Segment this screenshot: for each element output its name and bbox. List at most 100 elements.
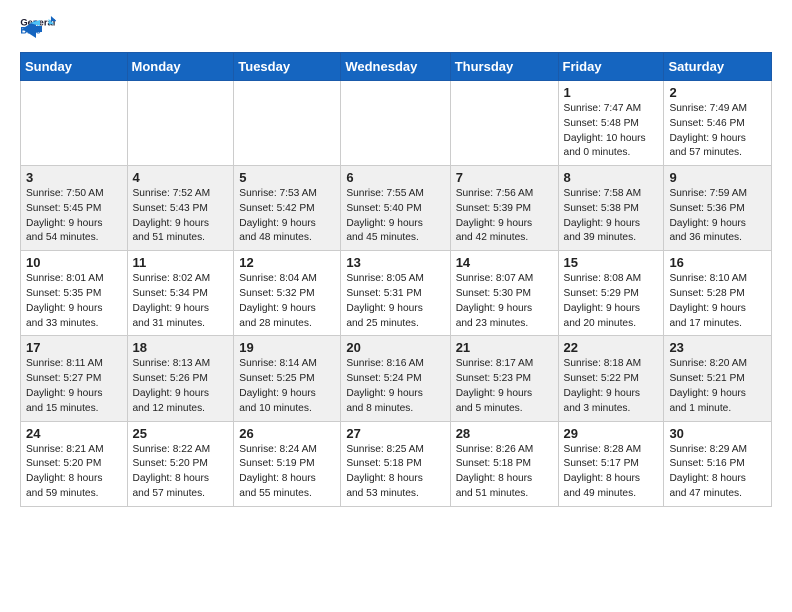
day-number: 19: [239, 340, 335, 355]
weekday-header-wednesday: Wednesday: [341, 53, 450, 81]
day-info: Sunrise: 7:52 AM Sunset: 5:43 PM Dayligh…: [133, 187, 229, 246]
day-cell: 19 Sunrise: 8:14 AM Sunset: 5:25 PM Dayli…: [234, 336, 341, 421]
logo: General Blue: [20, 16, 56, 40]
day-number: 20: [346, 340, 444, 355]
day-cell: 29 Sunrise: 8:28 AM Sunset: 5:17 PM Dayli…: [558, 421, 664, 506]
weekday-header-monday: Monday: [127, 53, 234, 81]
header: General Blue: [20, 16, 772, 40]
day-cell: [234, 81, 341, 166]
day-number: 9: [669, 170, 766, 185]
day-info: Sunrise: 8:18 AM Sunset: 5:22 PM Dayligh…: [564, 357, 659, 416]
day-number: 22: [564, 340, 659, 355]
day-number: 26: [239, 426, 335, 441]
day-info: Sunrise: 8:29 AM Sunset: 5:16 PM Dayligh…: [669, 443, 766, 502]
day-cell: 20 Sunrise: 8:16 AM Sunset: 5:24 PM Dayli…: [341, 336, 450, 421]
day-number: 12: [239, 255, 335, 270]
day-cell: 7Sunrise: 7:56 AM Sunset: 5:39 PM Daylig…: [450, 166, 558, 251]
page: General Blue SundayMondayTuesdayWednesda…: [0, 0, 792, 527]
day-cell: 11 Sunrise: 8:02 AM Sunset: 5:34 PM Dayli…: [127, 251, 234, 336]
day-cell: [450, 81, 558, 166]
day-info: Sunrise: 8:13 AM Sunset: 5:26 PM Dayligh…: [133, 357, 229, 416]
day-number: 14: [456, 255, 553, 270]
weekday-header-friday: Friday: [558, 53, 664, 81]
day-number: 13: [346, 255, 444, 270]
day-cell: 1 Sunrise: 7:47 AM Sunset: 5:48 PM Daylig…: [558, 81, 664, 166]
week-row-4: 17 Sunrise: 8:11 AM Sunset: 5:27 PM Dayli…: [21, 336, 772, 421]
day-number: 29: [564, 426, 659, 441]
day-info: Sunrise: 8:05 AM Sunset: 5:31 PM Dayligh…: [346, 272, 444, 331]
day-number: 2: [669, 85, 766, 100]
week-row-1: 1 Sunrise: 7:47 AM Sunset: 5:48 PM Daylig…: [21, 81, 772, 166]
day-info: Sunrise: 8:17 AM Sunset: 5:23 PM Dayligh…: [456, 357, 553, 416]
day-info: Sunrise: 7:55 AM Sunset: 5:40 PM Dayligh…: [346, 187, 444, 246]
day-number: 15: [564, 255, 659, 270]
day-cell: 27 Sunrise: 8:25 AM Sunset: 5:18 PM Dayli…: [341, 421, 450, 506]
day-cell: 22 Sunrise: 8:18 AM Sunset: 5:22 PM Dayli…: [558, 336, 664, 421]
day-info: Sunrise: 7:58 AM Sunset: 5:38 PM Dayligh…: [564, 187, 659, 246]
day-number: 30: [669, 426, 766, 441]
day-info: Sunrise: 8:24 AM Sunset: 5:19 PM Dayligh…: [239, 443, 335, 502]
calendar: SundayMondayTuesdayWednesdayThursdayFrid…: [20, 52, 772, 507]
day-cell: 24 Sunrise: 8:21 AM Sunset: 5:20 PM Dayli…: [21, 421, 128, 506]
day-info: Sunrise: 7:53 AM Sunset: 5:42 PM Dayligh…: [239, 187, 335, 246]
day-info: Sunrise: 8:28 AM Sunset: 5:17 PM Dayligh…: [564, 443, 659, 502]
day-info: Sunrise: 8:02 AM Sunset: 5:34 PM Dayligh…: [133, 272, 229, 331]
day-cell: 6Sunrise: 7:55 AM Sunset: 5:40 PM Daylig…: [341, 166, 450, 251]
weekday-header-sunday: Sunday: [21, 53, 128, 81]
day-info: Sunrise: 8:14 AM Sunset: 5:25 PM Dayligh…: [239, 357, 335, 416]
day-info: Sunrise: 8:11 AM Sunset: 5:27 PM Dayligh…: [26, 357, 122, 416]
day-cell: 3Sunrise: 7:50 AM Sunset: 5:45 PM Daylig…: [21, 166, 128, 251]
week-row-5: 24 Sunrise: 8:21 AM Sunset: 5:20 PM Dayli…: [21, 421, 772, 506]
day-info: Sunrise: 8:20 AM Sunset: 5:21 PM Dayligh…: [669, 357, 766, 416]
weekday-header-tuesday: Tuesday: [234, 53, 341, 81]
day-cell: 17 Sunrise: 8:11 AM Sunset: 5:27 PM Dayli…: [21, 336, 128, 421]
day-info: Sunrise: 8:26 AM Sunset: 5:18 PM Dayligh…: [456, 443, 553, 502]
logo-arrow-icon: [22, 20, 42, 38]
weekday-header-row: SundayMondayTuesdayWednesdayThursdayFrid…: [21, 53, 772, 81]
day-cell: 23Sunrise: 8:20 AM Sunset: 5:21 PM Dayli…: [664, 336, 772, 421]
day-cell: 14Sunrise: 8:07 AM Sunset: 5:30 PM Dayli…: [450, 251, 558, 336]
day-number: 4: [133, 170, 229, 185]
day-cell: 2 Sunrise: 7:49 AM Sunset: 5:46 PM Daylig…: [664, 81, 772, 166]
day-cell: 15 Sunrise: 8:08 AM Sunset: 5:29 PM Dayli…: [558, 251, 664, 336]
day-number: 5: [239, 170, 335, 185]
day-cell: 8 Sunrise: 7:58 AM Sunset: 5:38 PM Daylig…: [558, 166, 664, 251]
day-info: Sunrise: 7:47 AM Sunset: 5:48 PM Dayligh…: [564, 102, 659, 161]
day-cell: 4 Sunrise: 7:52 AM Sunset: 5:43 PM Daylig…: [127, 166, 234, 251]
day-cell: [341, 81, 450, 166]
day-cell: [21, 81, 128, 166]
day-number: 8: [564, 170, 659, 185]
day-info: Sunrise: 8:16 AM Sunset: 5:24 PM Dayligh…: [346, 357, 444, 416]
day-info: Sunrise: 7:56 AM Sunset: 5:39 PM Dayligh…: [456, 187, 553, 246]
day-cell: [127, 81, 234, 166]
day-number: 28: [456, 426, 553, 441]
day-info: Sunrise: 8:22 AM Sunset: 5:20 PM Dayligh…: [133, 443, 229, 502]
day-cell: 10Sunrise: 8:01 AM Sunset: 5:35 PM Dayli…: [21, 251, 128, 336]
weekday-header-saturday: Saturday: [664, 53, 772, 81]
day-number: 17: [26, 340, 122, 355]
day-cell: 25Sunrise: 8:22 AM Sunset: 5:20 PM Dayli…: [127, 421, 234, 506]
day-info: Sunrise: 8:21 AM Sunset: 5:20 PM Dayligh…: [26, 443, 122, 502]
day-number: 1: [564, 85, 659, 100]
day-number: 27: [346, 426, 444, 441]
week-row-2: 3Sunrise: 7:50 AM Sunset: 5:45 PM Daylig…: [21, 166, 772, 251]
day-number: 21: [456, 340, 553, 355]
day-cell: 28 Sunrise: 8:26 AM Sunset: 5:18 PM Dayli…: [450, 421, 558, 506]
day-cell: 26 Sunrise: 8:24 AM Sunset: 5:19 PM Dayli…: [234, 421, 341, 506]
day-cell: 13 Sunrise: 8:05 AM Sunset: 5:31 PM Dayli…: [341, 251, 450, 336]
day-cell: 12 Sunrise: 8:04 AM Sunset: 5:32 PM Dayli…: [234, 251, 341, 336]
day-number: 18: [133, 340, 229, 355]
day-number: 24: [26, 426, 122, 441]
day-number: 11: [133, 255, 229, 270]
day-number: 16: [669, 255, 766, 270]
day-cell: 5 Sunrise: 7:53 AM Sunset: 5:42 PM Daylig…: [234, 166, 341, 251]
day-info: Sunrise: 8:08 AM Sunset: 5:29 PM Dayligh…: [564, 272, 659, 331]
day-info: Sunrise: 8:04 AM Sunset: 5:32 PM Dayligh…: [239, 272, 335, 331]
day-info: Sunrise: 7:59 AM Sunset: 5:36 PM Dayligh…: [669, 187, 766, 246]
day-number: 3: [26, 170, 122, 185]
day-info: Sunrise: 8:25 AM Sunset: 5:18 PM Dayligh…: [346, 443, 444, 502]
day-number: 10: [26, 255, 122, 270]
day-info: Sunrise: 7:49 AM Sunset: 5:46 PM Dayligh…: [669, 102, 766, 161]
weekday-header-thursday: Thursday: [450, 53, 558, 81]
day-cell: 21 Sunrise: 8:17 AM Sunset: 5:23 PM Dayli…: [450, 336, 558, 421]
